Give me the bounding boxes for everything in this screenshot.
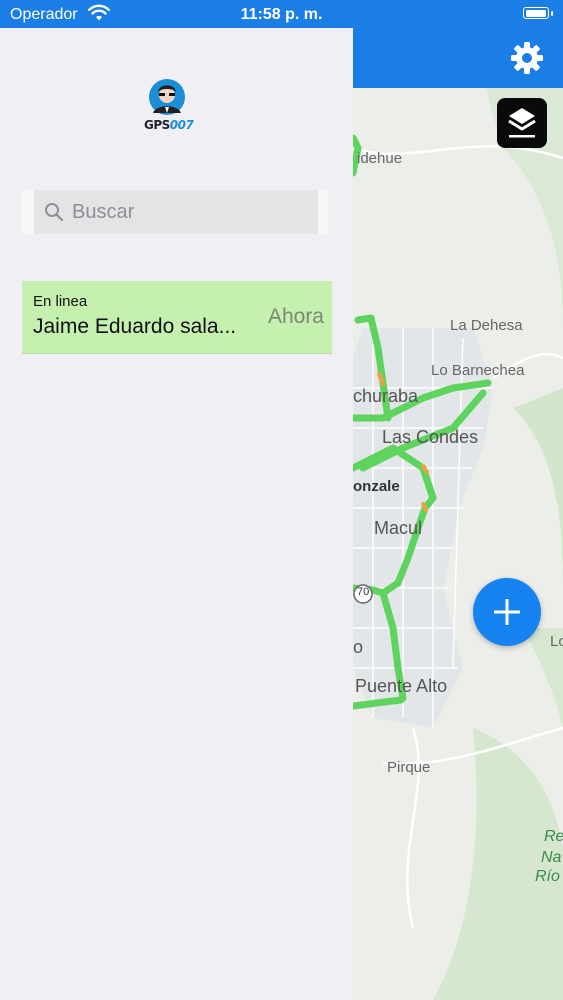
map-label: onzale — [353, 478, 400, 495]
map-header — [353, 28, 563, 88]
logo-number: 007 — [169, 118, 194, 132]
logo-text: GPS007 — [144, 118, 194, 132]
gear-icon[interactable] — [509, 40, 545, 76]
map-label: Las Condes — [382, 427, 479, 447]
status-bar: Operador 11:58 p. m. — [0, 0, 563, 28]
map-label: o — [353, 637, 364, 657]
map-label: Re — [544, 828, 563, 845]
device-status: En linea — [33, 293, 88, 310]
device-last-update: Ahora — [267, 305, 324, 328]
map-label: Macul — [374, 518, 423, 538]
add-button[interactable] — [473, 578, 541, 646]
map-label: Lo — [550, 633, 563, 650]
map-label: Río — [535, 868, 560, 885]
map-view[interactable]: idehue La Dehesa Lo Barnechea churaba La… — [353, 28, 563, 1000]
map-label: idehue — [357, 150, 403, 167]
map-label: Puente Alto — [355, 676, 448, 696]
device-name: Jaime Eduardo sala... — [33, 315, 237, 338]
map-label: La Dehesa — [450, 317, 523, 334]
highway-shield-label: 70 — [357, 586, 370, 598]
logo-letters: GPS — [144, 118, 170, 132]
map-label: churaba — [353, 386, 419, 406]
layers-icon — [508, 108, 536, 138]
app-logo: GPS007 — [144, 78, 194, 136]
search-input[interactable] — [72, 190, 312, 234]
map-label: Lo Barnechea — [431, 362, 525, 379]
search-icon — [45, 203, 64, 222]
plus-icon — [494, 599, 520, 625]
battery-icon — [523, 7, 553, 19]
map-canvas — [353, 28, 563, 1000]
device-list-item[interactable]: En linea Jaime Eduardo sala... Ahora — [22, 281, 332, 354]
search-bar — [22, 190, 328, 234]
agent-avatar-icon — [149, 79, 185, 115]
search-field[interactable] — [34, 190, 318, 234]
layers-button[interactable] — [497, 98, 547, 148]
map-label: Na — [541, 849, 562, 866]
sidebar: GPS007 En linea Jaime Eduardo sala... Ah… — [0, 28, 353, 1000]
map-label: Pirque — [387, 759, 431, 776]
clock: 11:58 p. m. — [240, 6, 323, 23]
